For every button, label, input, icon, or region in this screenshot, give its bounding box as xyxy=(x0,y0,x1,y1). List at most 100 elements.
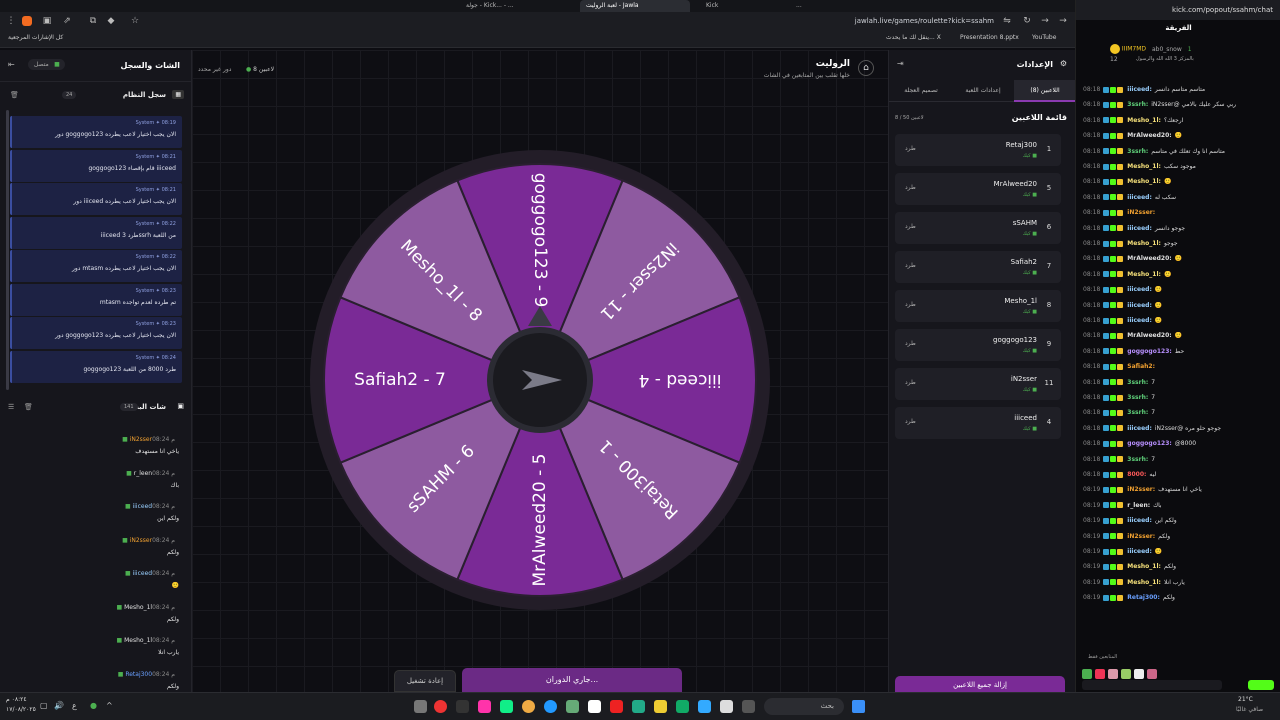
search-box[interactable]: بحث xyxy=(764,698,844,715)
kick-username[interactable]: iiiceed: xyxy=(1127,194,1152,201)
kick-username[interactable]: 3ssrh: xyxy=(1127,456,1148,463)
kick-username[interactable]: Mesho_1l: xyxy=(1127,579,1161,586)
bookmark-all[interactable]: كل الإشارات المرجعية xyxy=(8,34,63,41)
address-bar[interactable]: jawlah.live/games/roulette?kick=ssahm xyxy=(140,14,1000,28)
chat-username-text[interactable]: iN2sser xyxy=(130,436,152,443)
trash-icon[interactable]: 🗑 xyxy=(10,91,19,99)
kick-username[interactable]: r_leen: xyxy=(1127,502,1150,509)
kick-username[interactable]: Mesho_1l: xyxy=(1127,240,1161,247)
app-icon[interactable] xyxy=(566,700,579,713)
kick-username[interactable]: Retaj300: xyxy=(1127,594,1160,601)
tab-wheel-design[interactable]: تصميم العجلة xyxy=(890,80,952,102)
record-app-icon[interactable] xyxy=(434,700,447,713)
kick-player-button[interactable]: طرد xyxy=(905,145,916,152)
collapse-icon[interactable]: ⇥ xyxy=(897,59,904,68)
browser-tab[interactable]: جولة - Kick... - ... xyxy=(460,0,570,12)
kick-username[interactable]: Mesho_1l: xyxy=(1127,178,1161,185)
kick-player-button[interactable]: طرد xyxy=(905,223,916,230)
tab-players[interactable]: اللاعبين (8) xyxy=(1014,80,1076,102)
chat-username-text[interactable]: iiiceed xyxy=(133,570,153,577)
kick-username[interactable]: Mesho_1l: xyxy=(1127,271,1161,278)
folder-icon[interactable] xyxy=(654,700,667,713)
replay-button[interactable]: إعادة تشغيل xyxy=(394,670,456,692)
kick-username[interactable]: Safiah2: xyxy=(1127,363,1155,370)
chrome-icon[interactable] xyxy=(522,700,535,713)
tune-icon[interactable]: ⇋ xyxy=(1000,14,1014,28)
bookmark-x[interactable]: ينقل لك ما يحدث... X xyxy=(886,34,941,41)
chat-username-text[interactable]: Retaj300 xyxy=(125,671,152,678)
bookmark-youtube[interactable]: YouTube xyxy=(1032,34,1056,41)
sidebar-icon[interactable]: ▣ xyxy=(40,14,54,28)
chat-username[interactable]: ■ Retaj30008:24 م xyxy=(118,671,179,678)
emote-bar[interactable] xyxy=(1082,664,1232,679)
kick-username[interactable]: MrAlweed20: xyxy=(1127,255,1171,262)
kick-username[interactable]: iiiceed: xyxy=(1127,317,1152,324)
chat-username-text[interactable]: Mesho_1l xyxy=(124,637,152,644)
log-scrollbar[interactable] xyxy=(6,110,9,390)
tab-game-settings[interactable]: إعدادات اللعبة xyxy=(952,80,1014,102)
kick-player-button[interactable]: طرد xyxy=(905,340,916,347)
mic-icon[interactable]: ● xyxy=(90,701,97,710)
kick-username[interactable]: Mesho_1l: xyxy=(1127,163,1161,170)
kick-username[interactable]: iN2sser: xyxy=(1127,533,1155,540)
remove-all-button[interactable]: إزالة جميع اللاعبين xyxy=(895,676,1065,692)
chat-username[interactable]: ■ iiiceed08:24 م xyxy=(125,570,179,577)
kick-player-button[interactable]: طرد xyxy=(905,418,916,425)
kick-username[interactable]: iiiceed: xyxy=(1127,302,1152,309)
kick-username[interactable]: 3ssrh: xyxy=(1127,379,1148,386)
chat-username[interactable]: ■ Mesho_1l08:24 م xyxy=(117,637,179,644)
spin-button[interactable]: جاري الدوران... xyxy=(462,668,682,692)
app-icon[interactable] xyxy=(500,700,513,713)
notification-icon[interactable]: ▢ xyxy=(40,701,48,710)
kick-player-button[interactable]: طرد xyxy=(905,301,916,308)
filter-icon[interactable]: ☰ xyxy=(8,403,14,411)
app-icon[interactable] xyxy=(456,700,469,713)
kick-player-button[interactable]: طرد xyxy=(905,379,916,386)
chat-username[interactable]: ■ iN2sser08:24 م xyxy=(122,436,179,443)
app-icon[interactable] xyxy=(588,700,601,713)
menu-icon[interactable]: ⋮ xyxy=(4,14,18,28)
clock-time[interactable]: ٠٨:٢٤ م xyxy=(6,696,27,703)
speaker-icon[interactable]: 🔊 xyxy=(54,701,64,710)
browser-tab[interactable]: ... xyxy=(790,0,860,12)
settings-icon[interactable]: ◆ xyxy=(104,14,118,28)
kick-player-button[interactable]: طرد xyxy=(905,184,916,191)
chat-username-text[interactable]: iN2sser xyxy=(130,537,152,544)
kick-username[interactable]: 3ssrh: xyxy=(1127,148,1148,155)
chat-username-text[interactable]: Mesho_1l xyxy=(124,604,152,611)
chevron-up-icon[interactable]: ^ xyxy=(106,701,113,710)
weather-desc[interactable]: صافي غالبًا xyxy=(1236,706,1263,713)
app-icon[interactable] xyxy=(478,700,491,713)
forward-icon[interactable]: → xyxy=(1038,14,1052,28)
collapse-icon[interactable]: ⇤ xyxy=(8,60,15,69)
kick-username[interactable]: iN2sser: xyxy=(1127,486,1155,493)
browser-tab-active[interactable]: لعبة الروليت - Jawla xyxy=(580,0,690,12)
kick-username[interactable]: 3ssrh: xyxy=(1127,394,1148,401)
chat-username[interactable]: ■ Mesho_1l08:24 م xyxy=(117,604,179,611)
top-user-name[interactable]: IIIM7MD xyxy=(1122,46,1146,53)
kick-username[interactable]: 3ssrh: xyxy=(1127,409,1148,416)
weather-temp[interactable]: 21°C xyxy=(1238,696,1253,703)
language-indicator[interactable]: ع xyxy=(72,701,77,710)
kick-username[interactable]: MrAlweed20: xyxy=(1127,332,1171,339)
chat-username[interactable]: ■ iN2sser08:24 م xyxy=(122,537,179,544)
kick-username[interactable]: iiiceed: xyxy=(1127,425,1152,432)
share-icon[interactable]: ⇗ xyxy=(60,14,74,28)
kick-address-bar[interactable]: kick.com/popout/ssahm/chat xyxy=(1076,0,1280,20)
kick-username[interactable]: 8000: xyxy=(1127,471,1146,478)
kick-username[interactable]: 3ssrh: xyxy=(1127,101,1148,108)
trash-icon[interactable]: 🗑 xyxy=(24,403,33,411)
clock-date[interactable]: ١٧/٠٨/٢٠٢٥ xyxy=(6,706,36,713)
taskview-icon[interactable] xyxy=(742,700,755,713)
send-button[interactable] xyxy=(1248,680,1274,690)
chat-input[interactable] xyxy=(1082,680,1222,690)
kick-username[interactable]: MrAlweed20: xyxy=(1127,132,1171,139)
chat-username[interactable]: ■ r_leen08:24 م xyxy=(126,470,179,477)
start-icon[interactable] xyxy=(852,700,865,713)
telegram-icon[interactable] xyxy=(544,700,557,713)
kick-username[interactable]: iiiceed: xyxy=(1127,86,1152,93)
kick-username[interactable]: iiiceed: xyxy=(1127,286,1152,293)
kick-username[interactable]: iiiceed: xyxy=(1127,548,1152,555)
top-user-name[interactable]: ab0_snow xyxy=(1152,46,1182,53)
kick-username[interactable]: iiiceed: xyxy=(1127,517,1152,524)
